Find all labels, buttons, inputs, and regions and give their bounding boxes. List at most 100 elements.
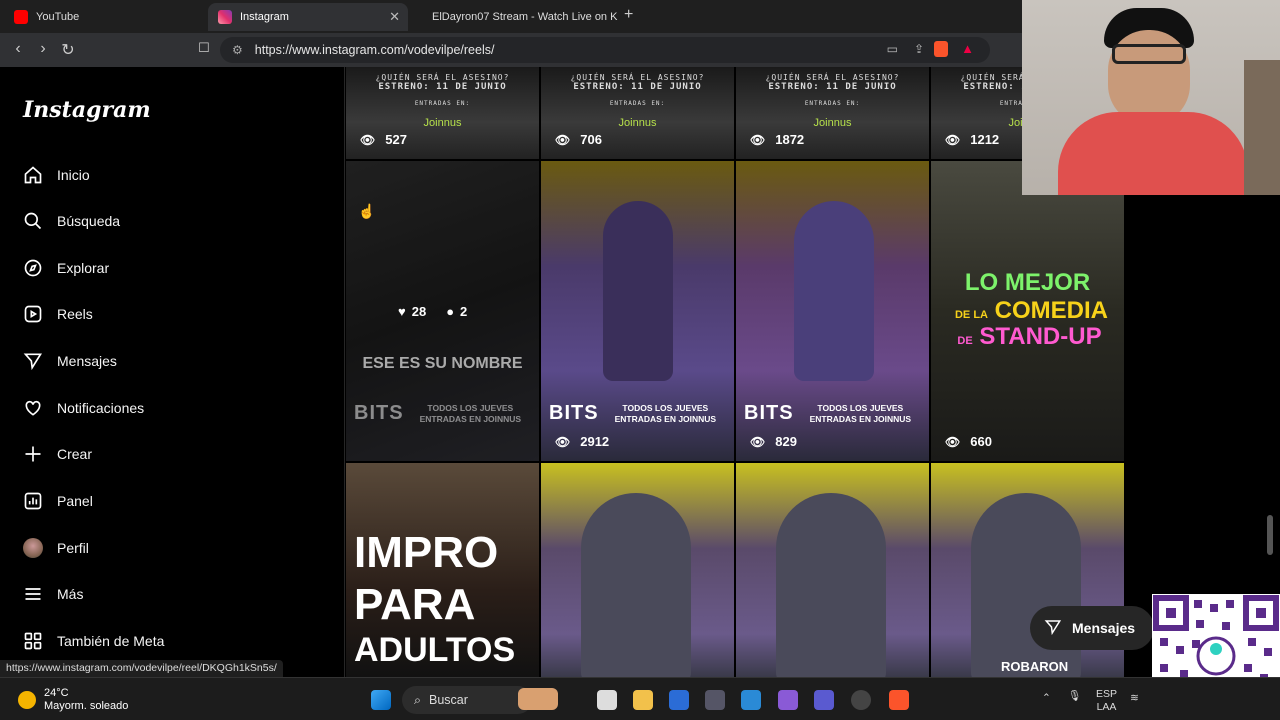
performer-figure <box>603 201 673 381</box>
language-code: ESP <box>1096 688 1118 700</box>
instagram-logo[interactable]: Instagram <box>23 97 151 123</box>
nav-mensajes[interactable]: Mensajes <box>22 347 117 375</box>
brave-icon[interactable] <box>889 690 909 710</box>
bits-line: ENTRADAS EN JOINNUS <box>614 413 717 424</box>
keyboard-layout: LAA <box>1096 700 1117 713</box>
reel-thumbnail[interactable] <box>541 463 734 677</box>
scrollbar-thumb[interactable] <box>1267 515 1273 555</box>
site-info-icon[interactable]: ⚙ <box>232 43 243 57</box>
nav-reels[interactable]: Reels <box>22 300 93 328</box>
reel-text: ENTRADAS EN: <box>609 100 666 107</box>
joinnus-logo: Joinnus <box>618 117 657 129</box>
back-icon[interactable]: ‹ <box>8 40 28 58</box>
nav-label: Búsqueda <box>57 213 121 229</box>
bits-line: ENTRADAS EN JOINNUS <box>809 413 912 424</box>
reel-text: ¿QUIÉN SERÁ EL ASESINO? <box>570 73 705 82</box>
new-tab-button[interactable]: + <box>624 6 633 24</box>
wifi-icon[interactable]: ≋ <box>1130 692 1139 705</box>
nav-crear[interactable]: Crear <box>22 440 92 468</box>
search-icon: ⌕ <box>414 692 422 707</box>
bits-message: TODOS LOS JUEVES ENTRADAS EN JOINNUS <box>420 403 522 423</box>
performer-figure <box>776 493 886 677</box>
bits-logo: BITS <box>549 402 599 424</box>
home-icon <box>22 164 44 186</box>
app-icon[interactable] <box>741 690 761 710</box>
nav-tambien-de-meta[interactable]: También de Meta <box>22 627 164 655</box>
reel-text: ESTRENO: 11 DE JUNIO <box>768 82 897 92</box>
brave-shield-icon[interactable] <box>934 41 948 57</box>
nav-panel[interactable]: Panel <box>22 487 93 515</box>
microphone-icon[interactable]: 🎙 <box>1068 690 1081 703</box>
tray-chevron-icon[interactable]: ⌃ <box>1042 692 1051 705</box>
reels-icon <box>22 303 44 325</box>
url-text: https://www.instagram.com/vodevilpe/reel… <box>254 43 495 57</box>
reel-thumbnail[interactable]: BITS TODOS LOS JUEVES ENTRADAS EN JOINNUS… <box>541 161 734 461</box>
view-count: 👁 527 <box>360 132 407 147</box>
reel-thumbnail[interactable] <box>736 463 929 677</box>
messages-button[interactable]: Mensajes <box>1030 606 1154 650</box>
nav-busqueda[interactable]: Búsqueda <box>22 207 120 235</box>
reel-thumbnail[interactable]: IMPRO PARA ADULTOS <box>346 463 539 677</box>
view-count-value: 660 <box>970 434 992 449</box>
nav-label: Mensajes <box>57 353 117 369</box>
close-icon[interactable]: ✕ <box>389 9 400 25</box>
nav-label: Panel <box>57 493 93 509</box>
view-count: 👁 1212 <box>945 132 999 147</box>
task-view-icon[interactable] <box>597 690 617 710</box>
webcam-overlay <box>1022 0 1280 195</box>
file-explorer-icon[interactable] <box>633 690 653 710</box>
app-icon[interactable] <box>851 690 871 710</box>
view-count-value: 2912 <box>580 434 610 449</box>
language-indicator[interactable]: ESP LAA <box>1096 688 1117 713</box>
reel-thumbnail[interactable]: LO MEJOR DE LA COMEDIA DE STAND-UP 👁 660 <box>931 161 1124 461</box>
forward-icon[interactable]: › <box>33 40 53 58</box>
nav-perfil[interactable]: Perfil <box>22 534 89 562</box>
search-placeholder: Buscar <box>429 693 468 707</box>
teams-icon[interactable] <box>814 690 834 710</box>
address-bar[interactable]: ⚙ https://www.instagram.com/vodevilpe/re… <box>220 37 990 63</box>
screen-share-icon[interactable]: ▭ <box>887 42 898 56</box>
menu-icon <box>22 583 44 605</box>
like-count: 28 <box>411 304 427 319</box>
nav-explorar[interactable]: Explorar <box>22 254 109 282</box>
reel-hover-stats: ♥ 28 ● 2 <box>398 304 487 319</box>
store-icon[interactable] <box>669 690 689 710</box>
taskbar-search[interactable]: ⌕ Buscar <box>402 686 558 714</box>
windows-start-icon[interactable] <box>371 690 391 710</box>
youtube-icon <box>14 10 28 24</box>
bits-line: ENTRADAS EN JOINNUS <box>419 413 522 424</box>
comment-icon: ● <box>446 304 455 319</box>
tab-label: Instagram <box>240 11 289 23</box>
share-icon[interactable]: ⇪ <box>914 42 924 56</box>
reload-icon[interactable]: ↻ <box>58 40 78 60</box>
performer-figure <box>794 201 874 381</box>
nav-mas[interactable]: Más <box>22 580 83 608</box>
reel-thumbnail[interactable]: BITS TODOS LOS JUEVES ENTRADAS EN JOINNUS… <box>736 161 929 461</box>
avatar <box>22 537 44 559</box>
bits-banner: BITS TODOS LOS JUEVES ENTRADAS EN JOINNUS <box>744 402 911 425</box>
bookmark-icon[interactable]: ☐ <box>194 40 214 56</box>
reel-thumbnail[interactable]: ¿QUIÉN SERÁ EL ASESINO? ESTRENO: 11 DE J… <box>736 67 929 159</box>
messages-label: Mensajes <box>1072 620 1136 636</box>
reel-title: STAND-UP <box>979 323 1102 350</box>
joinnus-logo: Joinnus <box>423 117 462 129</box>
reel-title: ADULTOS <box>354 631 516 669</box>
bits-banner: BITS TODOS LOS JUEVES ENTRADAS EN JOINNUS <box>354 402 521 425</box>
tab-youtube[interactable]: YouTube <box>4 3 204 31</box>
reel-caption: ESE ES SU NOMBRE <box>362 355 523 372</box>
reel-thumbnail[interactable]: ¿QUIÉN SERÁ EL ASESINO? ESTRENO: 11 DE J… <box>541 67 734 159</box>
view-count: 👁 1872 <box>750 132 804 147</box>
app-icon[interactable] <box>705 690 725 710</box>
brave-rewards-icon[interactable]: ▲ <box>961 41 974 56</box>
tab-kick[interactable]: ElDayron07 Stream - Watch Live on K <box>414 3 618 31</box>
reel-thumbnail[interactable]: ¿QUIÉN SERÁ EL ASESINO? ESTRENO: 11 DE J… <box>346 67 539 159</box>
nav-inicio[interactable]: Inicio <box>22 161 90 189</box>
eye-icon: 👁 <box>945 132 961 147</box>
like-icon: ♥ <box>398 304 406 319</box>
view-count-value: 1212 <box>970 132 1000 147</box>
visual-studio-icon[interactable] <box>778 690 798 710</box>
tab-instagram[interactable]: Instagram ✕ <box>208 3 408 31</box>
bits-line: TODOS LOS JUEVES <box>427 403 514 414</box>
weather-widget[interactable]: 24°C Mayorm. soleado <box>18 687 128 713</box>
nav-notificaciones[interactable]: Notificaciones <box>22 394 144 422</box>
